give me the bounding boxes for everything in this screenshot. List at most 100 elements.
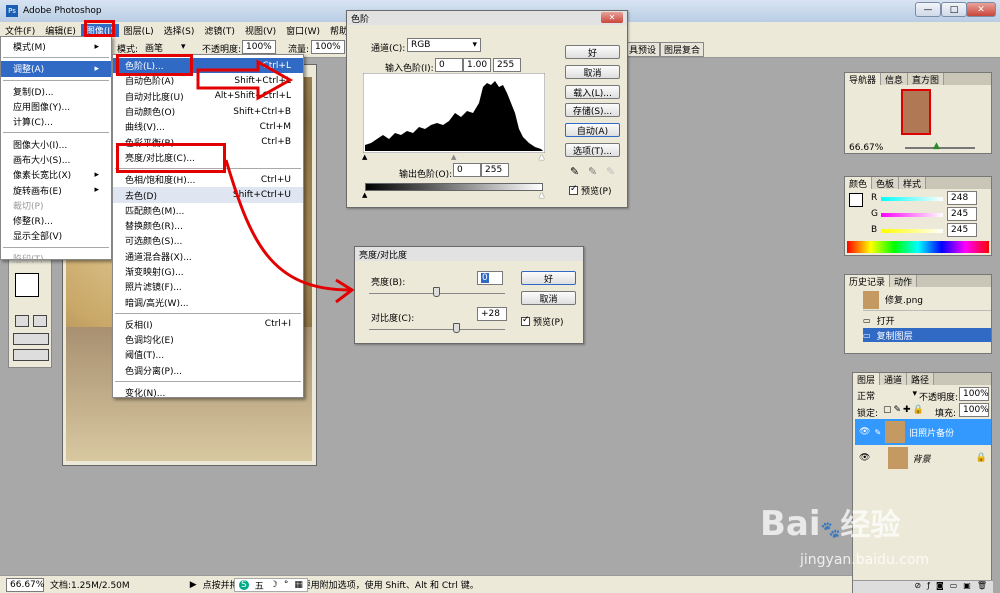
b-slider[interactable] [881, 229, 943, 233]
ime-punct-icon[interactable]: ° [284, 580, 289, 590]
channel-select[interactable]: RGB ▾ [407, 38, 481, 52]
menu-item-invert[interactable]: 反相(I) Ctrl+I [113, 317, 303, 332]
minimize-button[interactable]: — [915, 2, 941, 17]
tab-styles[interactable]: 样式 [899, 177, 927, 190]
menu-item-auto-contrast[interactable]: 自动对比度(U) Alt+Shift+Ctrl+L [113, 89, 303, 104]
link-layers-icon[interactable]: ⊘ [914, 581, 921, 593]
brightness-field[interactable]: 0 [477, 271, 503, 285]
contrast-slider-track[interactable] [369, 329, 505, 330]
tab-histogram[interactable]: 直方图 [908, 73, 945, 86]
menu-item-variations[interactable]: 变化(N)... [113, 385, 303, 400]
menu-item-channel-mixer[interactable]: 通道混合器(X)... [113, 249, 303, 264]
history-item[interactable]: ▭ 打开 [863, 313, 991, 327]
tab-color[interactable]: 颜色 [845, 177, 873, 190]
r-field[interactable]: 248 [947, 191, 977, 205]
tab-navigator[interactable]: 导航器 [845, 73, 882, 86]
bc-ok-button[interactable]: 好 [521, 271, 576, 285]
close-button[interactable]: ✕ [966, 2, 996, 17]
color-fg-swatch[interactable] [849, 193, 863, 207]
navigator-zoom-handle[interactable]: ▲ [933, 141, 940, 151]
g-slider[interactable] [881, 213, 943, 217]
levels-preview-checkbox[interactable] [569, 184, 578, 195]
bc-cancel-button[interactable]: 取消 [521, 291, 576, 305]
menu-item-replace-color[interactable]: 替换颜色(R)... [113, 218, 303, 233]
brightness-slider-handle[interactable] [433, 287, 440, 297]
ime-mode[interactable]: 五 [255, 579, 264, 592]
ime-keyboard-icon[interactable]: ▦ [294, 580, 303, 590]
layer-row[interactable]: 👁 背景 🔒 [855, 445, 991, 471]
contrast-slider-handle[interactable] [453, 323, 460, 333]
lock-icons[interactable]: ▢✎✚🔒 [883, 405, 926, 415]
menu-item-trim[interactable]: 修整(R)... [1, 213, 111, 228]
levels-auto-button[interactable]: 自动(A) [565, 123, 620, 137]
bc-preview-option[interactable]: 预览(P) [521, 315, 563, 328]
menu-item-desaturate[interactable]: 去色(D) Shift+Ctrl+U [113, 187, 303, 203]
flow-field[interactable]: 100% [311, 40, 345, 54]
bc-preview-checkbox[interactable] [521, 315, 530, 326]
menu-item-image-size[interactable]: 图像大小(I)... [1, 136, 111, 151]
menu-select[interactable]: 选择(S) [159, 24, 200, 37]
tab-history[interactable]: 历史记录 [845, 275, 891, 288]
opacity-field[interactable]: 100% [242, 40, 276, 54]
menu-item-canvas-size[interactable]: 画布大小(S)... [1, 152, 111, 167]
menu-filter[interactable]: 滤镜(T) [199, 24, 240, 37]
b-field[interactable]: 245 [947, 223, 977, 237]
input-white-field[interactable]: 255 [493, 58, 521, 72]
menu-item-duplicate[interactable]: 复制(D)... [1, 84, 111, 99]
output-black-handle[interactable]: ▲ [362, 191, 367, 199]
add-mask-icon[interactable]: ◙ [936, 581, 944, 593]
mode-select[interactable]: 画笔 ▾ [142, 40, 194, 54]
levels-preview-option[interactable]: 预览(P) [569, 184, 611, 197]
tab-info[interactable]: 信息 [881, 73, 909, 86]
menu-item-hue-saturation[interactable]: 色相/饱和度(H)... Ctrl+U [113, 172, 303, 187]
delete-layer-icon[interactable]: 🗑 [977, 581, 987, 593]
menu-item-curves[interactable]: 曲线(V)... Ctrl+M [113, 119, 303, 134]
input-black-field[interactable]: 0 [435, 58, 463, 72]
r-slider[interactable] [881, 197, 943, 201]
input-gamma-field[interactable]: 1.00 [463, 58, 491, 72]
menu-item-reveal-all[interactable]: 显示全部(V) [1, 228, 111, 243]
menu-item-gradient-map[interactable]: 渐变映射(G)... [113, 264, 303, 279]
menu-item-posterize[interactable]: 色调分离(P)... [113, 363, 303, 378]
tab-tool-presets[interactable]: 具预设 [625, 42, 661, 57]
tab-layers[interactable]: 图层 [853, 373, 881, 386]
black-point-handle[interactable]: ▲ [362, 153, 367, 161]
standard-mode-icon[interactable] [15, 315, 29, 327]
history-snapshot[interactable]: 修复.png [863, 289, 991, 311]
blend-mode-select[interactable]: 正常 ▾ [857, 389, 917, 402]
tab-paths[interactable]: 路径 [907, 373, 935, 386]
spectrum-bar[interactable] [847, 241, 989, 253]
layers-opacity-field[interactable]: 100% [959, 387, 989, 401]
menu-file[interactable]: 文件(F) [0, 24, 40, 37]
quick-mask-icon[interactable] [33, 315, 47, 327]
menu-item-photo-filter[interactable]: 照片滤镜(F)... [113, 279, 303, 294]
input-slider-track[interactable]: ▲ ▲ ▲ [362, 153, 544, 161]
status-zoom[interactable]: 66.67% [6, 577, 44, 592]
white-point-handle[interactable]: ▲ [539, 153, 544, 161]
ime-logo-icon[interactable]: S [239, 580, 249, 590]
black-eyedropper-icon[interactable]: ✎ [570, 165, 579, 178]
layer-row-selected[interactable]: 👁 ✎ 旧照片备份 [855, 419, 991, 445]
new-layer-icon[interactable]: ▣ [963, 581, 971, 593]
eye-icon[interactable]: 👁 [859, 453, 870, 463]
menu-item-calculations[interactable]: 计算(C)... [1, 114, 111, 129]
fill-field[interactable]: 100% [959, 403, 989, 417]
output-slider-track[interactable]: ▲ ▲ [362, 191, 544, 199]
new-set-icon[interactable]: ▭ [950, 581, 958, 593]
output-white-field[interactable]: 255 [481, 163, 509, 177]
contrast-field[interactable]: +28 [477, 307, 507, 321]
menu-item-selective-color[interactable]: 可选颜色(S)... [113, 233, 303, 248]
foreground-color-swatch[interactable] [15, 273, 39, 297]
tab-layer-comps[interactable]: 图层复合 [660, 42, 705, 57]
eye-icon[interactable]: 👁 [859, 427, 870, 437]
menu-window[interactable]: 窗口(W) [281, 24, 325, 37]
menu-item-auto-color[interactable]: 自动颜色(O) Shift+Ctrl+B [113, 104, 303, 119]
add-style-icon[interactable]: ƒ [927, 581, 930, 593]
menu-item-threshold[interactable]: 阈值(T)... [113, 347, 303, 362]
tab-swatches[interactable]: 色板 [872, 177, 900, 190]
menu-layer[interactable]: 图层(L) [119, 24, 159, 37]
white-eyedropper-icon[interactable]: ✎ [606, 165, 615, 178]
navigator-zoom-slider[interactable] [905, 147, 975, 149]
jump-to-imageready-icon[interactable] [13, 349, 49, 361]
menu-item-pixel-aspect[interactable]: 像素长宽比(X) ▸ [1, 167, 111, 182]
